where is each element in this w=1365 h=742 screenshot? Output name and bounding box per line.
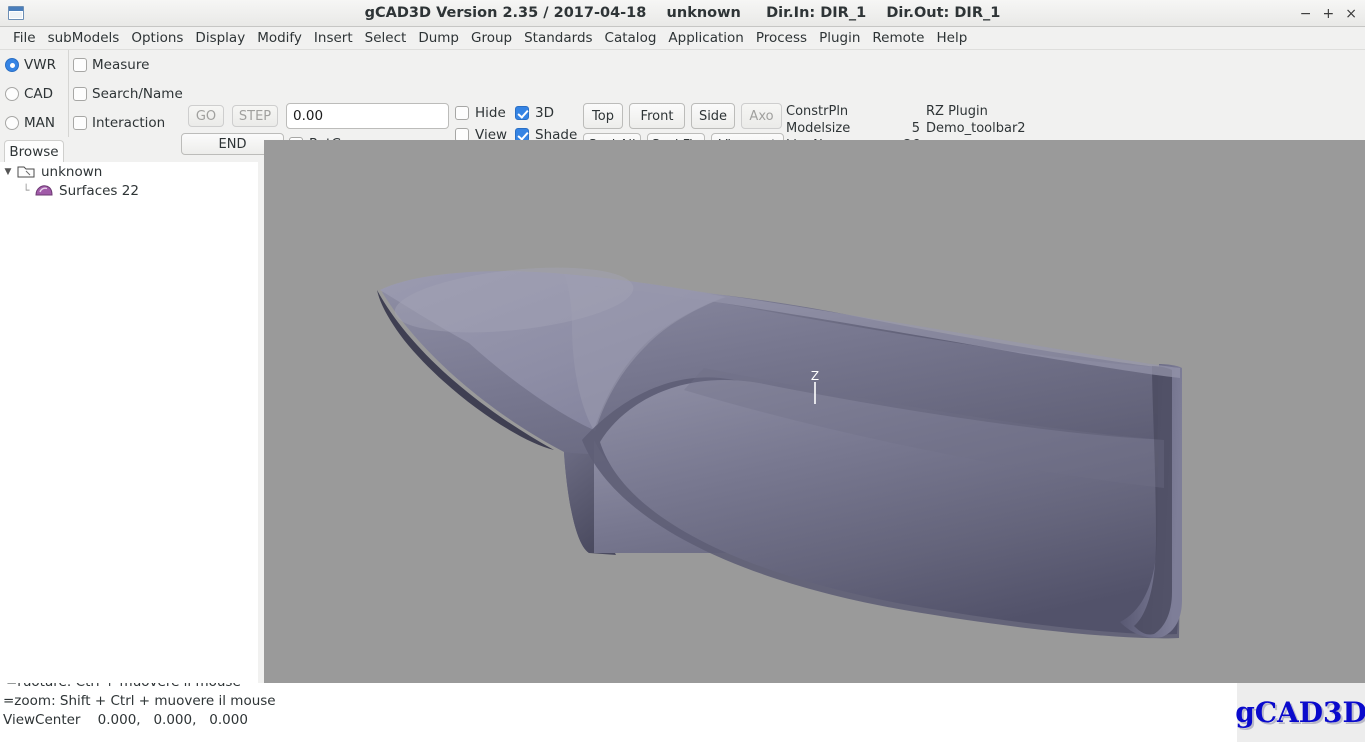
maximize-icon[interactable]: + (1323, 7, 1335, 21)
radio-vwr-icon[interactable] (5, 57, 19, 72)
menu-item-application[interactable]: Application (662, 29, 749, 47)
view-axo-button[interactable]: Axo (741, 103, 782, 129)
value-input[interactable]: 0.00 (286, 103, 449, 129)
mode-label-cad: CAD (24, 85, 54, 102)
title-bar: gCAD3D Version 2.35 / 2017-04-18 unknown… (0, 0, 1365, 27)
info-row-constrpln: ConstrPln RZ Plugin (786, 103, 1026, 120)
status-line-2: =zoom: Shift + Ctrl + muovere il mouse (3, 693, 276, 709)
menu-item-insert[interactable]: Insert (308, 29, 359, 47)
close-icon[interactable]: × (1345, 7, 1357, 21)
mode-option-man[interactable]: MAN (5, 108, 68, 137)
tree-item-unknown[interactable]: ▼ unknown (0, 162, 258, 181)
status-line-3: ViewCenter 0.000, 0.000, 0.000 (3, 712, 248, 728)
check-option-interaction[interactable]: Interaction (73, 108, 183, 137)
menu-item-help[interactable]: Help (930, 29, 973, 47)
checkbox-interaction-icon[interactable] (73, 115, 87, 130)
menu-item-options[interactable]: Options (125, 29, 189, 47)
mode-option-vwr[interactable]: VWR (5, 50, 68, 79)
step-button[interactable]: STEP (232, 105, 278, 127)
view-side-button[interactable]: Side (691, 103, 735, 129)
view-front-button[interactable]: Front (629, 103, 685, 129)
mode-option-cad[interactable]: CAD (5, 79, 68, 108)
check-label-measure: Measure (92, 56, 150, 73)
menu-bar: File subModels Options Display Modify In… (0, 27, 1365, 50)
view-top-button[interactable]: Top (583, 103, 623, 129)
radio-cad-icon[interactable] (5, 86, 19, 101)
menu-item-dump[interactable]: Dump (412, 29, 465, 47)
tab-browse[interactable]: Browse (4, 140, 64, 162)
ship-hull-model: Z (377, 267, 1182, 639)
menu-item-modify[interactable]: Modify (251, 29, 308, 47)
window-title: gCAD3D Version 2.35 / 2017-04-18 unknown… (364, 5, 1001, 21)
3d-option[interactable]: 3D (515, 105, 554, 121)
menu-item-process[interactable]: Process (750, 29, 813, 47)
3d-label: 3D (535, 105, 554, 121)
menu-item-plugin[interactable]: Plugin (813, 29, 866, 47)
toolbar-check-group: Measure Search/Name Interaction (68, 50, 183, 137)
tree-label-unknown: unknown (41, 163, 103, 180)
hide-option[interactable]: Hide (455, 105, 506, 121)
gcad3d-logo: gCAD3D (1235, 683, 1365, 742)
info-row-modelsize: Modelsize 5 Demo_toolbar2 (786, 120, 1026, 137)
info-extra-constrpln: RZ Plugin (926, 104, 988, 119)
check-label-interaction: Interaction (92, 114, 166, 131)
menu-item-group[interactable]: Group (465, 29, 518, 47)
minimize-icon[interactable]: − (1300, 7, 1312, 21)
surface-icon (32, 184, 56, 198)
model-tree: ▼ unknown └ Surfaces 22 (0, 162, 258, 683)
menu-item-display[interactable]: Display (189, 29, 251, 47)
check-label-search-name: Search/Name (92, 85, 183, 102)
radio-man-icon[interactable] (5, 115, 19, 130)
mode-label-man: MAN (24, 114, 55, 131)
info-key-constrpln: ConstrPln (786, 104, 849, 119)
info-value-constrpln (884, 103, 926, 120)
mode-label-vwr: VWR (24, 56, 56, 73)
menu-item-standards[interactable]: Standards (518, 29, 598, 47)
tree-label-surfaces: Surfaces 22 (59, 182, 139, 199)
check-option-search-name[interactable]: Search/Name (73, 79, 183, 108)
menu-item-submodels[interactable]: subModels (42, 29, 126, 47)
z-axis-label: Z (811, 369, 819, 383)
menu-item-select[interactable]: Select (359, 29, 413, 47)
info-value-modelsize: 5 (911, 121, 920, 136)
info-key-modelsize: Modelsize (786, 121, 851, 136)
toolbar: VWR CAD MAN Measure Search/Name Interact… (0, 50, 1365, 187)
gcad3d-window: gCAD3D Version 2.35 / 2017-04-18 unknown… (0, 0, 1365, 742)
menu-item-file[interactable]: File (7, 29, 42, 47)
menu-item-catalog[interactable]: Catalog (599, 29, 663, 47)
check-option-measure[interactable]: Measure (73, 50, 183, 79)
mode-radio-group: VWR CAD MAN (5, 50, 68, 137)
chevron-down-icon[interactable]: ▼ (2, 167, 14, 177)
hide-label: Hide (475, 105, 506, 121)
go-button[interactable]: GO (188, 105, 224, 127)
folder-icon (14, 165, 38, 179)
checkbox-hide-icon[interactable] (455, 106, 469, 120)
logo-text: gCAD3D (1235, 696, 1365, 729)
checkbox-measure-icon[interactable] (73, 57, 87, 72)
tree-item-surfaces[interactable]: └ Surfaces 22 (0, 181, 258, 200)
status-bar: =ruotare: Ctrl + muovere il mouse =zoom:… (0, 683, 1365, 742)
checkbox-3d-icon[interactable] (515, 106, 529, 120)
menu-item-remote[interactable]: Remote (866, 29, 930, 47)
tree-guide-line: └ (22, 184, 30, 197)
window-controls: − + × (1300, 0, 1357, 27)
status-line-1: =ruotare: Ctrl + muovere il mouse (3, 683, 241, 692)
checkbox-search-name-icon[interactable] (73, 86, 87, 101)
3d-viewport[interactable]: Z (264, 140, 1365, 683)
info-extra-modelsize: Demo_toolbar2 (926, 121, 1026, 136)
